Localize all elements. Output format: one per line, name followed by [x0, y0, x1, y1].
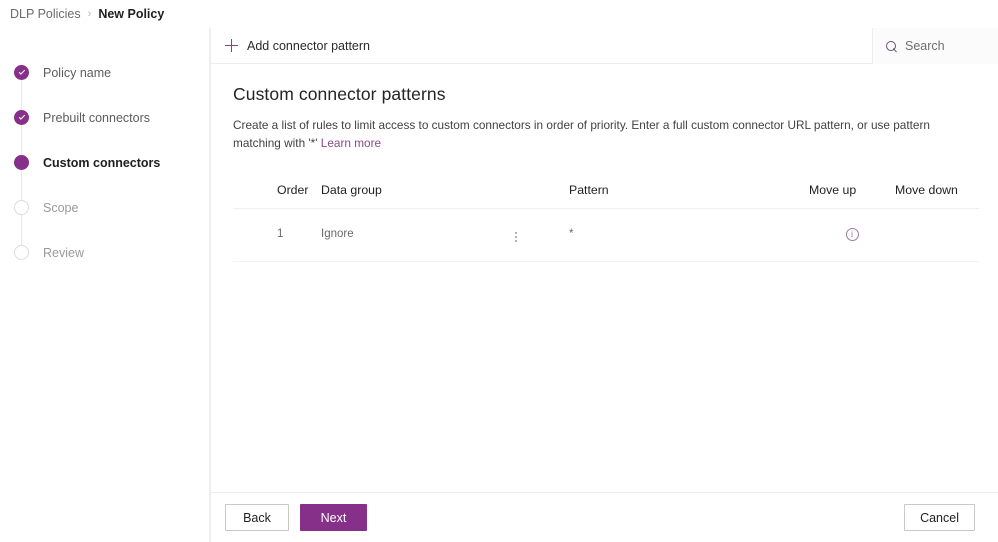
wizard-rail: Policy name Prebuilt connectors Custom c… [0, 28, 210, 542]
column-header-pattern: Pattern [561, 182, 809, 209]
back-button[interactable]: Back [225, 504, 289, 531]
footer-bar: Back Next Cancel [211, 492, 998, 542]
cell-actions [513, 208, 561, 262]
cancel-button[interactable]: Cancel [904, 504, 975, 531]
dlp-new-policy-page: DLP Policies › New Policy Policy name Pr… [0, 0, 998, 542]
breadcrumb-dlp-policies[interactable]: DLP Policies [10, 7, 81, 21]
column-header-data-group: Data group [313, 182, 513, 209]
cell-data-group: Ignore [313, 208, 513, 262]
sidebar-item-review[interactable]: Review [0, 230, 209, 275]
search-icon [886, 40, 897, 52]
more-options-icon[interactable] [513, 230, 519, 244]
info-icon[interactable]: i [845, 227, 859, 241]
sidebar-item-custom-connectors[interactable]: Custom connectors [0, 140, 209, 185]
plus-icon [225, 39, 238, 52]
learn-more-link[interactable]: Learn more [321, 136, 381, 150]
step-pending-icon [14, 200, 29, 215]
command-bar: Add connector pattern Search [211, 28, 998, 64]
breadcrumb: DLP Policies › New Policy [0, 0, 998, 28]
step-complete-icon [14, 65, 29, 80]
column-header-move-up: Move up [809, 182, 895, 209]
column-header-order: Order [233, 182, 313, 209]
next-button[interactable]: Next [300, 504, 367, 531]
step-pending-icon [14, 245, 29, 260]
sidebar-item-prebuilt-connectors[interactable]: Prebuilt connectors [0, 95, 209, 140]
sidebar-item-label: Review [43, 245, 84, 260]
step-complete-icon [14, 110, 29, 125]
sidebar-item-label: Policy name [43, 65, 112, 80]
sidebar-item-policy-name[interactable]: Policy name [0, 50, 209, 95]
column-header-actions [513, 182, 561, 209]
cell-move-up: i [809, 208, 895, 262]
table-row[interactable]: 1 Ignore * i [233, 208, 979, 262]
page-description: Create a list of rules to limit access t… [233, 116, 974, 153]
column-header-move-down: Move down [895, 182, 979, 209]
panel-body: Custom connector patterns Create a list … [211, 64, 998, 262]
connector-patterns-table: Order Data group Pattern Move up Move do… [233, 182, 979, 262]
sidebar-item-scope[interactable]: Scope [0, 185, 209, 230]
sidebar-item-label: Custom connectors [43, 155, 161, 170]
sidebar-item-label: Scope [43, 200, 79, 215]
cell-move-down [895, 208, 979, 262]
cell-order: 1 [233, 208, 313, 262]
content-panel: Add connector pattern Search Custom conn… [210, 28, 998, 542]
page-title: Custom connector patterns [233, 84, 446, 104]
breadcrumb-new-policy: New Policy [98, 7, 165, 21]
add-connector-pattern-button[interactable]: Add connector pattern [211, 28, 384, 63]
wizard-step-list: Policy name Prebuilt connectors Custom c… [0, 50, 209, 275]
breadcrumb-separator-icon: › [87, 8, 92, 20]
add-connector-pattern-label: Add connector pattern [247, 38, 370, 53]
table-header-row: Order Data group Pattern Move up Move do… [233, 182, 979, 209]
search-box[interactable]: Search [872, 28, 998, 64]
cell-pattern: * [561, 208, 809, 262]
step-current-icon [14, 155, 29, 170]
search-input[interactable]: Search [905, 39, 945, 53]
sidebar-item-label: Prebuilt connectors [43, 110, 151, 125]
